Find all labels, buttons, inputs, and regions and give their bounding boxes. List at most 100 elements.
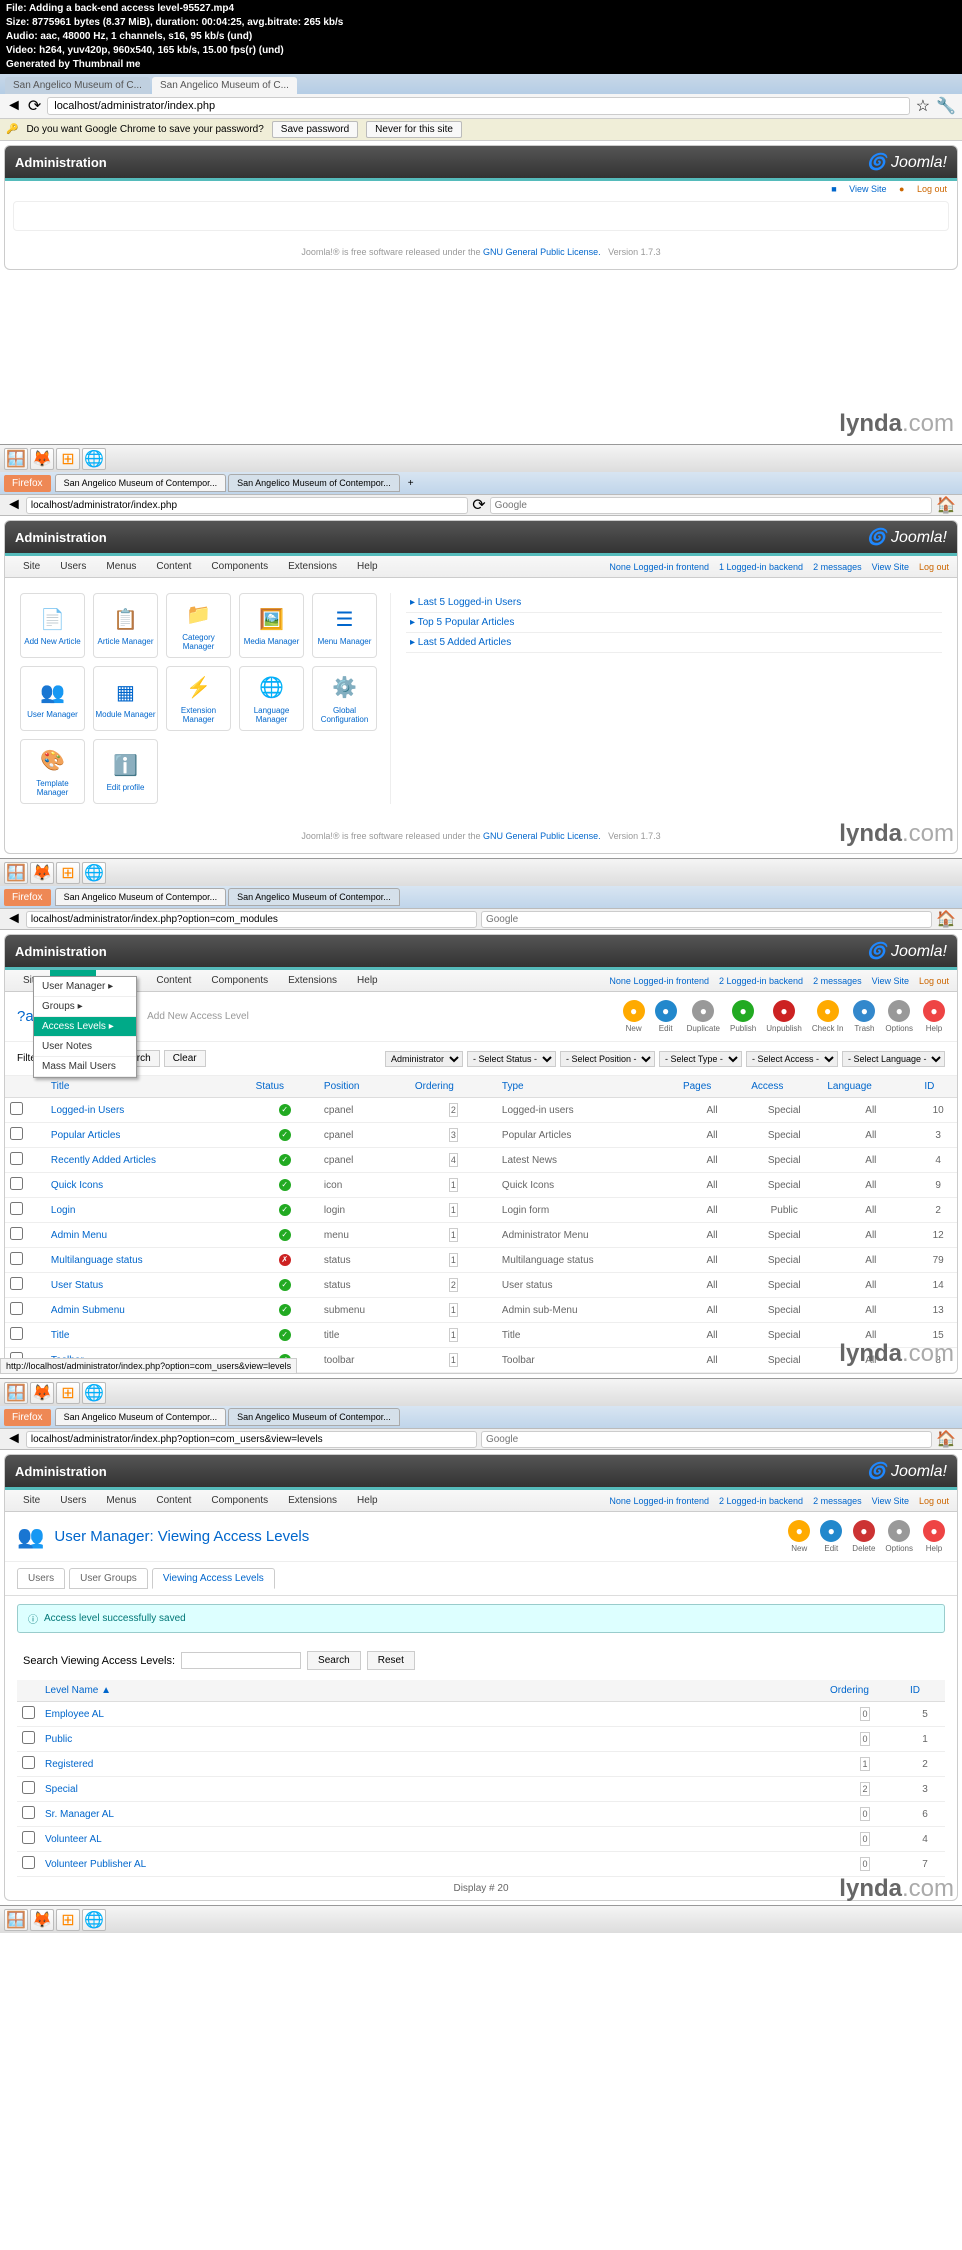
url-input[interactable] — [26, 911, 477, 928]
qi-template-manager[interactable]: 🎨Template Manager — [20, 739, 85, 804]
row-check[interactable] — [22, 1856, 35, 1869]
row-title[interactable]: Logged-in Users — [51, 1105, 124, 1116]
tool-check in[interactable]: ●Check In — [812, 1000, 844, 1033]
tool-options[interactable]: ●Options — [885, 1520, 913, 1553]
url-input[interactable] — [47, 97, 909, 115]
status-icon[interactable]: ✓ — [279, 1229, 291, 1241]
tab-users[interactable]: Users — [17, 1568, 65, 1589]
reload-icon[interactable]: ⟳ — [472, 495, 485, 515]
search-input[interactable] — [490, 497, 932, 514]
st-messages[interactable]: 2 messages — [813, 562, 862, 572]
xampp-icon[interactable]: ⊞ — [56, 448, 80, 470]
qi-menu-manager[interactable]: ☰Menu Manager — [312, 593, 377, 658]
never-password-button[interactable]: Never for this site — [366, 121, 462, 138]
ff-tab-2[interactable]: San Angelico Museum of Contempor... — [228, 474, 400, 492]
menu-site[interactable]: Site — [13, 556, 50, 577]
status-icon[interactable]: ✓ — [279, 1129, 291, 1141]
th[interactable]: Ordering — [825, 1680, 905, 1702]
th[interactable]: Pages — [678, 1076, 746, 1098]
order-box[interactable]: 0 — [860, 1707, 869, 1721]
order-box[interactable]: 1 — [860, 1757, 869, 1771]
level-name[interactable]: Public — [45, 1734, 72, 1745]
home-icon[interactable]: 🏠 — [936, 909, 956, 929]
order-box[interactable]: 0 — [860, 1832, 869, 1846]
chrome-icon[interactable]: 🌐 — [82, 862, 106, 884]
search-button[interactable]: Search — [307, 1651, 361, 1670]
side-link[interactable]: ▸ Top 5 Popular Articles — [406, 613, 942, 633]
wrench-icon[interactable]: 🔧 — [936, 96, 956, 116]
th[interactable]: Language — [822, 1076, 919, 1098]
th[interactable] — [17, 1680, 40, 1702]
menu-extensions[interactable]: Extensions — [278, 970, 347, 991]
status-icon[interactable]: ✗ — [279, 1254, 291, 1266]
st-viewsite[interactable]: View Site — [872, 976, 909, 986]
row-title[interactable]: Admin Submenu — [51, 1305, 125, 1316]
row-check[interactable] — [22, 1731, 35, 1744]
status-icon[interactable]: ✓ — [279, 1179, 291, 1191]
search-input[interactable] — [481, 911, 932, 928]
level-name[interactable]: Volunteer Publisher AL — [45, 1859, 146, 1870]
tab-add-icon[interactable]: + — [402, 478, 420, 489]
chrome-icon[interactable]: 🌐 — [82, 1909, 106, 1931]
logout-link[interactable]: ● Log out — [899, 184, 947, 194]
chrome-icon[interactable]: 🌐 — [82, 448, 106, 470]
firefox-button[interactable]: Firefox — [4, 1409, 51, 1426]
search-input[interactable] — [481, 1431, 932, 1448]
dd-item[interactable]: User Notes — [34, 1037, 136, 1057]
th[interactable]: ID — [905, 1680, 945, 1702]
order-box[interactable]: 0 — [860, 1807, 869, 1821]
th[interactable]: Ordering — [410, 1076, 497, 1098]
row-check[interactable] — [10, 1127, 23, 1140]
back-icon[interactable]: ◄ — [6, 97, 22, 115]
th[interactable]: Title — [46, 1076, 251, 1098]
level-name[interactable]: Special — [45, 1784, 78, 1795]
firefox-icon[interactable]: 🦊 — [30, 862, 54, 884]
th[interactable] — [5, 1076, 46, 1098]
tool-trash[interactable]: ●Trash — [853, 1000, 875, 1033]
menu-users[interactable]: Users — [50, 1490, 96, 1511]
dd-item[interactable]: Access Levels ▸ — [34, 1017, 136, 1037]
status-icon[interactable]: ✓ — [279, 1154, 291, 1166]
qi-language-manager[interactable]: 🌐Language Manager — [239, 666, 304, 731]
ff-tab-1[interactable]: San Angelico Museum of Contempor... — [55, 474, 227, 492]
start-icon[interactable]: 🪟 — [4, 448, 28, 470]
qi-edit-profile[interactable]: ℹ️Edit profile — [93, 739, 158, 804]
menu-help[interactable]: Help — [347, 556, 388, 577]
row-check[interactable] — [10, 1227, 23, 1240]
order-box[interactable]: 0 — [860, 1857, 869, 1871]
row-title[interactable]: Admin Menu — [51, 1230, 107, 1241]
qi-global-configuration[interactable]: ⚙️Global Configuration — [312, 666, 377, 731]
back-icon[interactable]: ◄ — [6, 910, 22, 928]
row-check[interactable] — [10, 1152, 23, 1165]
side-link[interactable]: ▸ Last 5 Logged-in Users — [406, 593, 942, 613]
menu-components[interactable]: Components — [201, 556, 278, 577]
firefox-icon[interactable]: 🦊 — [30, 1909, 54, 1931]
filter-select[interactable]: - Select Type - — [659, 1051, 742, 1067]
url-input[interactable] — [26, 497, 468, 514]
row-title[interactable]: Login — [51, 1205, 75, 1216]
start-icon[interactable]: 🪟 — [4, 1382, 28, 1404]
reset-button[interactable]: Reset — [367, 1651, 415, 1670]
firefox-button[interactable]: Firefox — [4, 889, 51, 906]
row-check[interactable] — [10, 1202, 23, 1215]
order-box[interactable]: 1 — [449, 1328, 458, 1342]
order-box[interactable]: 1 — [449, 1228, 458, 1242]
row-title[interactable]: Title — [51, 1330, 70, 1341]
xampp-icon[interactable]: ⊞ — [56, 1909, 80, 1931]
dd-item[interactable]: Mass Mail Users — [34, 1057, 136, 1077]
order-box[interactable]: 1 — [449, 1253, 458, 1267]
status-icon[interactable]: ✓ — [279, 1104, 291, 1116]
side-link[interactable]: ▸ Last 5 Added Articles — [406, 633, 942, 653]
tool-publish[interactable]: ●Publish — [730, 1000, 756, 1033]
order-box[interactable]: 2 — [860, 1782, 869, 1796]
st-logout[interactable]: Log out — [919, 562, 949, 572]
status-icon[interactable]: ✓ — [279, 1304, 291, 1316]
chrome-tab-2[interactable]: San Angelico Museum of C... — [152, 77, 297, 94]
firefox-icon[interactable]: 🦊 — [30, 1382, 54, 1404]
qi-media-manager[interactable]: 🖼️Media Manager — [239, 593, 304, 658]
status-icon[interactable]: ✓ — [279, 1329, 291, 1341]
tab-viewing-access-levels[interactable]: Viewing Access Levels — [152, 1568, 275, 1589]
status-icon[interactable]: ✓ — [279, 1279, 291, 1291]
url-input[interactable] — [26, 1431, 477, 1448]
dd-item[interactable]: User Manager ▸ — [34, 977, 136, 997]
